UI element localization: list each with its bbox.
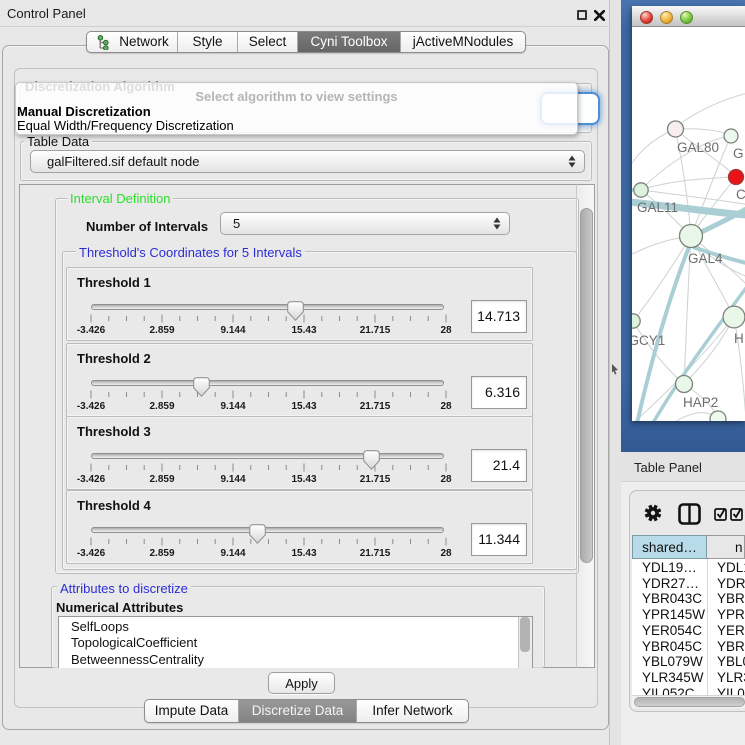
svg-text:GAL80: GAL80 bbox=[677, 140, 719, 155]
svg-text:GAL4: GAL4 bbox=[688, 251, 723, 266]
svg-text:G: G bbox=[733, 146, 744, 161]
svg-text:HAP2: HAP2 bbox=[683, 395, 718, 410]
svg-text:H: H bbox=[734, 331, 744, 346]
svg-text:GAL11: GAL11 bbox=[637, 200, 678, 215]
svg-text:C: C bbox=[736, 187, 745, 202]
svg-text:GCY1: GCY1 bbox=[632, 333, 665, 348]
